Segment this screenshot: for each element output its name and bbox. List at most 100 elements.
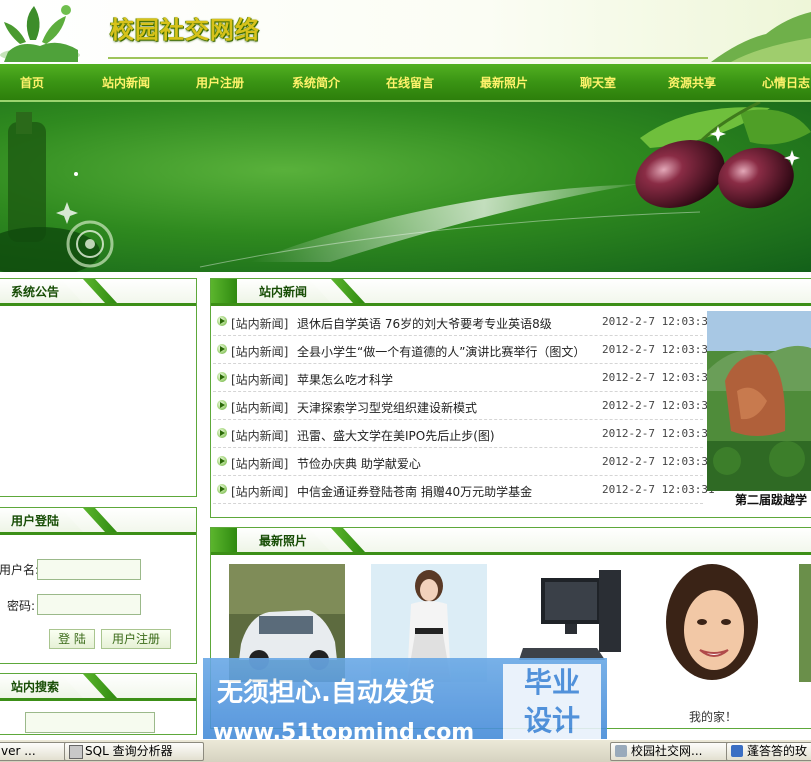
news-link[interactable]: 节俭办庆典 助学献爱心: [297, 455, 421, 472]
notice-panel: 系统公告: [0, 278, 197, 497]
tab-stripe-decoration: [211, 279, 237, 303]
watermark-badge: 毕业 设计: [503, 664, 601, 750]
taskbar-item-label: ver ...: [1, 744, 36, 758]
news-header: 站内新闻: [211, 279, 811, 306]
banner-image: [0, 102, 811, 272]
news-date: 2012-2-7 12:03:31: [602, 427, 715, 440]
news-date: 2012-2-7 12:03:31: [602, 399, 715, 412]
taskbar-item-label: 蓬答答的玫: [747, 744, 808, 758]
register-button[interactable]: 用户注册: [101, 629, 171, 649]
tab-stripe-decoration: [83, 279, 117, 303]
news-panel: 站内新闻 [站内新闻] 退休后自学英语 76岁的刘大爷要考专业英语8级 2012…: [210, 278, 811, 518]
news-category: [站内新闻]: [231, 317, 289, 331]
news-link[interactable]: 迅雷、盛大文学在美IPO先后止步(图): [297, 427, 495, 444]
taskbar-item-browser[interactable]: 校园社交网...: [610, 742, 740, 761]
username-label: 用户名:: [0, 563, 40, 577]
nav-item-diary[interactable]: 心情日志: [762, 74, 810, 91]
header-divider: [108, 57, 708, 59]
portrait-photo-icon: [656, 564, 772, 682]
watermark-text: 无须担心.自动发货: [217, 678, 435, 708]
news-category: [站内新闻]: [231, 345, 289, 359]
watermark-badge-line: 设计: [523, 704, 580, 737]
nav-item-about[interactable]: 系统简介: [292, 74, 340, 91]
photos-header: 最新照片: [211, 528, 811, 555]
login-header: 用户登陆: [0, 508, 196, 535]
taskbar-item-label: SQL 查询分析器: [85, 744, 173, 758]
hills-decoration-icon: [711, 12, 811, 62]
news-category: [站内新闻]: [231, 401, 289, 415]
news-category: [站内新闻]: [231, 485, 289, 499]
notice-header: 系统公告: [0, 279, 196, 306]
tab-stripe-decoration: [83, 508, 117, 532]
search-title: 站内搜索: [0, 674, 83, 698]
news-category: [站内新闻]: [231, 429, 289, 443]
tab-stripe-decoration: [331, 528, 365, 552]
browser-window-icon: [615, 745, 627, 757]
search-panel: 站内搜索: [0, 673, 197, 735]
notice-title: 系统公告: [0, 279, 83, 303]
news-item[interactable]: [站内新闻] 天津探索学习型党组织建设新模式 2012-2-7 12:03:31: [213, 393, 715, 420]
bullet-arrow-icon: [217, 316, 227, 326]
windows-taskbar: ver ... SQL 查询分析器 校园社交网... 蓬答答的玫: [0, 739, 811, 762]
bullet-arrow-icon: [217, 428, 227, 438]
hero-banner: [0, 102, 811, 272]
news-item[interactable]: [站内新闻] 全县小学生“做一个有道德的人”演讲比赛举行（图文） 2012-2-…: [213, 337, 715, 364]
nav-item-news[interactable]: 站内新闻: [102, 74, 150, 91]
password-label: 密码:: [7, 599, 36, 613]
login-title: 用户登陆: [0, 508, 83, 532]
bullet-arrow-icon: [217, 372, 227, 382]
nav-item-home[interactable]: 首页: [20, 74, 44, 91]
news-item[interactable]: [站内新闻] 节俭办庆典 助学献爱心 2012-2-7 12:03:31: [213, 449, 715, 476]
word-document-icon: [731, 745, 743, 757]
photo-thumb-portrait[interactable]: [656, 564, 772, 682]
bullet-arrow-icon: [217, 344, 227, 354]
leaf-logo-icon: [0, 5, 80, 62]
taskbar-item[interactable]: ver ...: [0, 742, 74, 761]
taskbar-item-doc[interactable]: 蓬答答的玫: [726, 742, 811, 761]
news-link[interactable]: 中信金通证券登陆苍南 捐赠40万元助学基金: [297, 483, 532, 500]
news-link[interactable]: 全县小学生“做一个有道德的人”演讲比赛举行（图文）: [297, 343, 585, 360]
taskbar-item-label: 校园社交网...: [631, 744, 703, 758]
news-link[interactable]: 天津探索学习型党组织建设新模式: [297, 399, 477, 416]
news-date: 2012-2-7 12:03:31: [602, 371, 715, 384]
nav-item-resources[interactable]: 资源共享: [668, 74, 716, 91]
tab-stripe-decoration: [211, 528, 237, 552]
news-category: [站内新闻]: [231, 373, 289, 387]
password-input[interactable]: [37, 594, 141, 615]
news-photo-caption: 第二届跋越学: [735, 493, 808, 507]
news-feature-photo[interactable]: [707, 311, 811, 491]
news-date: 2012-2-7 12:03:31: [602, 455, 715, 468]
nav-item-photos[interactable]: 最新照片: [480, 74, 528, 91]
tab-stripe-decoration: [331, 279, 365, 303]
username-input[interactable]: [37, 559, 141, 580]
login-button[interactable]: 登 陆: [49, 629, 95, 649]
news-date: 2012-2-7 12:03:31: [602, 483, 715, 496]
news-item[interactable]: [站内新闻] 苹果怎么吃才科学 2012-2-7 12:03:31: [213, 365, 715, 392]
news-date: 2012-2-7 12:03:31: [602, 315, 715, 328]
site-header: 校园社交网络: [0, 0, 811, 64]
bullet-arrow-icon: [217, 400, 227, 410]
nav-item-guestbook[interactable]: 在线留言: [386, 74, 434, 91]
bullet-arrow-icon: [217, 484, 227, 494]
tab-stripe-decoration: [83, 674, 117, 698]
search-input[interactable]: [25, 712, 155, 733]
nav-item-register[interactable]: 用户注册: [196, 74, 244, 91]
site-title: 校园社交网络: [110, 15, 260, 44]
sql-analyzer-icon: [69, 745, 83, 759]
mountain-photo-icon: [707, 311, 811, 491]
news-link[interactable]: 退休后自学英语 76岁的刘大爷要考专业英语8级: [297, 315, 552, 332]
main-nav: 首页 站内新闻 用户注册 系统简介 在线留言 最新照片 聊天室 资源共享 心情日…: [0, 64, 811, 102]
news-date: 2012-2-7 12:03:31: [602, 343, 715, 356]
watermark-badge-line: 毕业: [523, 666, 580, 699]
login-panel: 用户登陆 用户名: 密码: 登 陆 用户注册: [0, 507, 197, 664]
news-link[interactable]: 苹果怎么吃才科学: [297, 371, 393, 388]
news-item[interactable]: [站内新闻] 退休后自学英语 76岁的刘大爷要考专业英语8级 2012-2-7 …: [213, 309, 715, 336]
photo-thumb-partial[interactable]: [799, 564, 811, 682]
news-category: [站内新闻]: [231, 457, 289, 471]
news-item[interactable]: [站内新闻] 中信金通证券登陆苍南 捐赠40万元助学基金 2012-2-7 12…: [213, 477, 715, 504]
photo-caption: 我的家！: [689, 710, 738, 724]
news-item[interactable]: [站内新闻] 迅雷、盛大文学在美IPO先后止步(图) 2012-2-7 12:0…: [213, 421, 715, 448]
search-header: 站内搜索: [0, 674, 196, 701]
nav-item-chat[interactable]: 聊天室: [580, 74, 616, 91]
taskbar-item-sql[interactable]: SQL 查询分析器: [64, 742, 204, 761]
